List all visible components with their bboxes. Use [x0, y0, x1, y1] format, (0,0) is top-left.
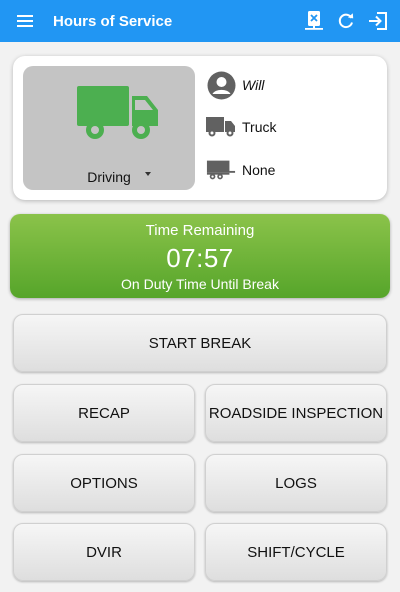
driver-status-card: Driving Will Truck None [13, 56, 387, 200]
dropdown-caret-icon [145, 172, 151, 176]
truck-icon [77, 86, 158, 139]
time-remaining-value: 07:57 [166, 243, 234, 273]
time-remaining-description: On Duty Time Until Break [121, 276, 279, 292]
duty-status-selector[interactable]: Driving [23, 66, 195, 190]
app-bar: Hours of Service [0, 0, 400, 42]
logout-icon[interactable] [362, 0, 394, 42]
shift-cycle-button[interactable]: SHIFT/CYCLE [205, 523, 387, 581]
recap-button[interactable]: RECAP [13, 384, 195, 442]
roadside-inspection-button[interactable]: ROADSIDE INSPECTION [205, 384, 387, 442]
vehicle-name: Truck [242, 119, 277, 135]
options-button[interactable]: OPTIONS [13, 454, 195, 512]
refresh-icon[interactable] [330, 0, 362, 42]
trailer-name: None [242, 162, 276, 178]
vehicle-icon [206, 112, 236, 142]
dvir-button[interactable]: DVIR [13, 523, 195, 581]
vehicle-row[interactable]: Truck [206, 112, 276, 142]
trailer-icon [206, 155, 236, 185]
remove-device-icon[interactable] [298, 0, 330, 42]
duty-status-label: Driving [87, 169, 131, 185]
driver-name: Will [242, 77, 265, 93]
account-icon [206, 70, 236, 100]
start-break-button[interactable]: START BREAK [13, 314, 387, 372]
logs-button[interactable]: LOGS [205, 454, 387, 512]
app-title: Hours of Service [53, 12, 173, 30]
trailer-row[interactable]: None [206, 155, 275, 185]
time-remaining-panel: Time Remaining 07:57 On Duty Time Until … [10, 214, 390, 298]
time-remaining-label: Time Remaining [145, 222, 255, 239]
driver-row[interactable]: Will [206, 70, 264, 100]
menu-icon[interactable] [0, 0, 50, 42]
